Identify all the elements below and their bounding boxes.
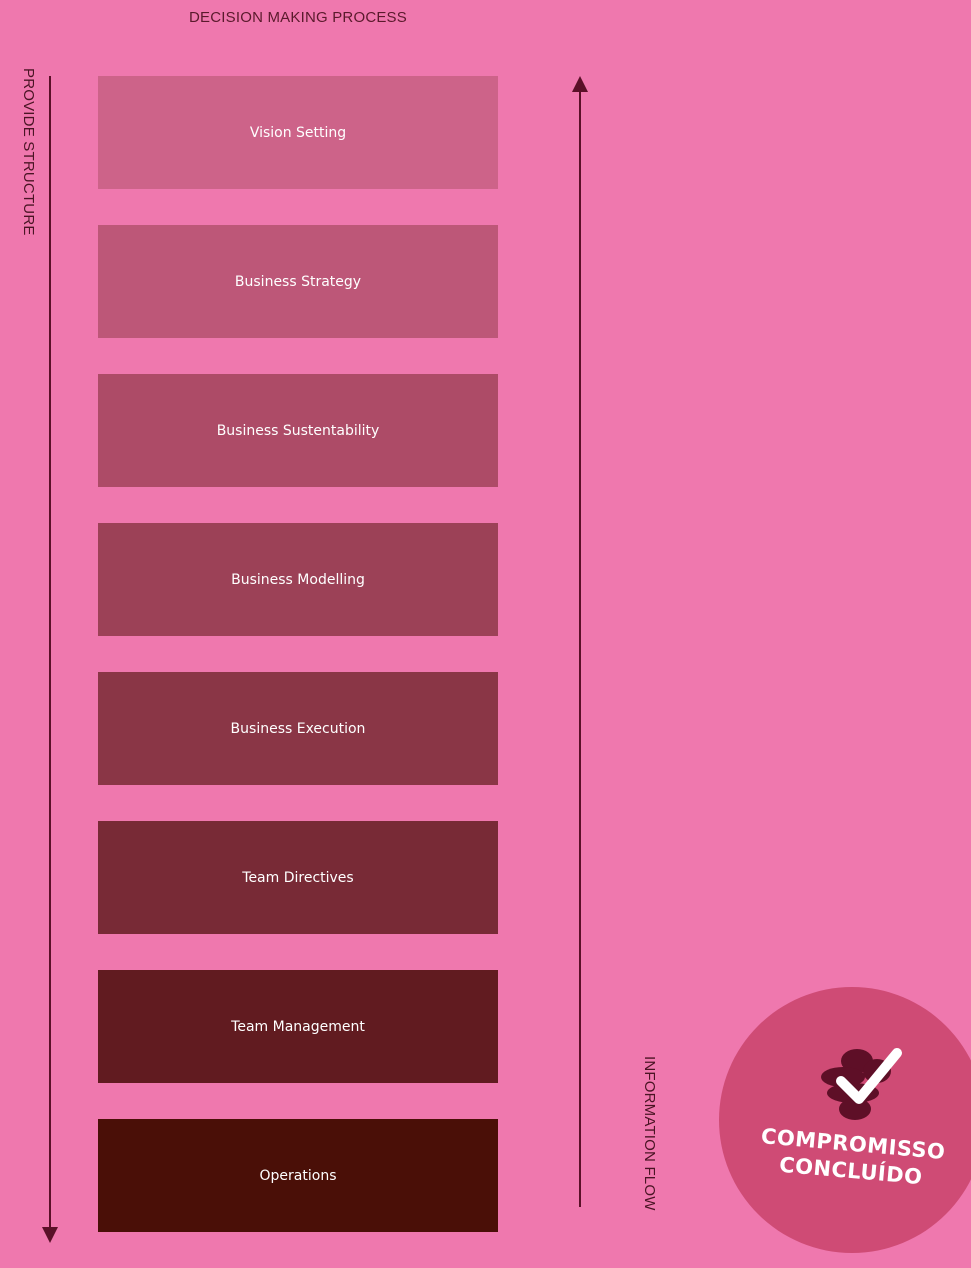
box-label: Business Strategy <box>234 273 362 290</box>
box-label: Vision Setting <box>249 124 347 141</box>
box-label: Operations <box>259 1167 337 1184</box>
box-label: Team Management <box>231 1018 365 1035</box>
process-stack: Vision Setting Business Strategy Busines… <box>98 76 498 1268</box>
box-label: Business Execution <box>230 720 366 737</box>
process-box-operations: Operations <box>98 1119 498 1232</box>
process-box-vision-setting: Vision Setting <box>98 76 498 189</box>
badge-text: COMPROMISSO CONCLUÍDO <box>741 1122 963 1195</box>
compromisso-badge: COMPROMISSO CONCLUÍDO <box>719 987 971 1253</box>
information-flow-arrow <box>572 76 588 1207</box>
process-box-business-execution: Business Execution <box>98 672 498 785</box>
box-label: Business Sustentability <box>216 422 380 439</box>
process-box-business-sustentability: Business Sustentability <box>98 374 498 487</box>
process-box-team-directives: Team Directives <box>98 821 498 934</box>
check-icon <box>821 1048 902 1120</box>
box-label: Business Modelling <box>231 571 365 588</box>
box-label: Team Directives <box>242 869 354 886</box>
process-box-team-management: Team Management <box>98 970 498 1083</box>
provide-structure-arrow <box>42 76 58 1243</box>
process-box-business-strategy: Business Strategy <box>98 225 498 338</box>
process-box-business-modelling: Business Modelling <box>98 523 498 636</box>
